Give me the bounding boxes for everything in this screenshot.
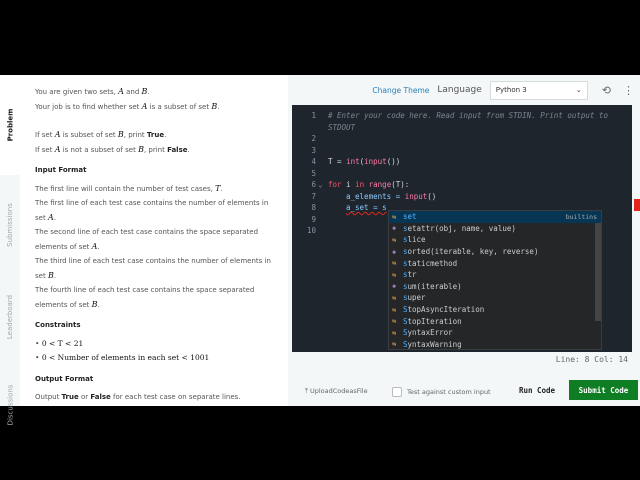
code-editor[interactable]: 1 2 3 4 5 6 7 8 9 10 # Enter your code h… [292,105,640,352]
tab-discussions[interactable]: Discussions [0,355,20,455]
problem-statement: You are given two sets, A and B. Your jo… [20,75,288,406]
text: If set A is not a subset of set B, print… [35,144,190,154]
chevron-down-icon: ⌄ [575,86,582,94]
custom-input-checkbox[interactable]: Test against custom input [392,387,491,397]
suggestion-item[interactable]: ⇆ s lice [389,234,601,246]
suggestion-item[interactable]: ⇆ StopIteration [389,315,601,327]
checkbox[interactable] [392,387,402,397]
suggestion-item[interactable]: ⇆ s taticmethod [389,257,601,269]
suggestion-label: tr [407,270,417,280]
constraints-list: 0 < T < 21 0 < Number of elements in eac… [35,337,273,366]
text: The first line will contain the number o… [35,183,223,193]
suggestion-label: uper [407,293,426,303]
suggestion-item[interactable]: ⇆ s tr [389,269,601,281]
class-icon: ⇆ [392,293,397,302]
text: The third line of each test case contain… [35,257,271,280]
suggestion-label: um(iterable) [407,281,462,291]
class-icon: ⇆ [392,270,397,279]
suggestion-item[interactable]: ⇆ SyntaxWarning [389,339,601,351]
language-label: Language [437,85,482,95]
suggestion-label: topIteration [407,316,462,326]
run-code-button[interactable]: Run Code [508,380,566,400]
suggestion-label: etattr(obj, name, value) [407,223,516,233]
class-icon: ⇆ [392,235,397,244]
action-bar: ⤒ UploadCodeasFile Test against custom i… [290,375,640,406]
class-icon: ⇆ [392,212,397,221]
constraint: 0 < Number of elements in each set < 100… [35,351,273,366]
text: The second line of each test case contai… [35,228,259,251]
function-icon: ◈ [392,282,397,291]
text: You are given two sets, A and B. [35,87,150,96]
suggestion-label: topAsyncIteration [407,305,485,315]
reset-icon[interactable]: ⟲ [602,84,611,97]
tab-problem[interactable]: Problem [0,75,20,175]
upload-code-link[interactable]: ⤒ UploadCodeasFile [305,387,368,396]
function-icon: ◈ [392,247,397,256]
tab-leaderboard[interactable]: Leaderboard [0,267,20,367]
suggestion-label: orted(iterable, key, reverse) [407,247,539,257]
suggestion-label: et [407,212,417,222]
output-format-heading: Output Format [35,374,94,383]
text: The first line of each test case contain… [35,199,269,222]
more-options-icon[interactable]: ⋮ [623,84,634,97]
autocomplete-list[interactable]: ⇆ s et builtins ◈ s etattr(obj, name, value) ⇆ s… [388,210,602,350]
suggestion-item[interactable]: ◈ s orted(iterable, key, reverse) [389,246,601,258]
side-tabs: Problem Submissions Leaderboard Discussi… [0,75,20,425]
constraint: 0 < T < 21 [35,337,273,352]
editor-panel: Change Theme Language Python 3 ⌄ ⟲ ⋮ 1 2 … [290,75,640,406]
text: Output True or False for each test case … [35,393,241,401]
suggestion-label: taticmethod [407,258,458,268]
language-select[interactable]: Python 3 ⌄ [489,80,588,100]
error-marker [634,199,640,211]
input-format-heading: Input Format [35,166,87,174]
constraints-heading: Constraints [35,321,81,329]
suggestion-label: yntaxWarning [407,339,462,349]
class-icon: ⇆ [392,328,397,337]
fold-chevron-icon[interactable]: ⌄ [318,180,323,189]
suggestion-item[interactable]: ◈ s um(iterable) [389,281,601,293]
suggestion-item[interactable]: ⇆ StopAsyncIteration [389,304,601,316]
suggestion-item[interactable]: ⇆ s uper [389,292,601,304]
suggestion-source: builtins [565,212,597,221]
class-icon: ⇆ [392,259,397,268]
suggestion-item[interactable]: ⇆ s et builtins [389,211,601,223]
text: Your job is to find whether set A is a s… [35,101,220,111]
change-theme-link[interactable]: Change Theme [372,86,429,95]
editor-toolbar: Change Theme Language Python 3 ⌄ ⟲ ⋮ [290,75,640,105]
class-icon: ⇆ [392,305,397,314]
text: If set A is subset of set B, print True. [35,130,167,139]
submit-code-button[interactable]: Submit Code [569,380,638,400]
app: Problem Submissions Leaderboard Discussi… [0,75,640,425]
class-icon: ⇆ [392,340,397,349]
class-icon: ⇆ [392,317,397,326]
suggestion-label: yntaxError [407,328,453,338]
suggestion-item[interactable]: ◈ s etattr(obj, name, value) [389,223,601,235]
cursor-position: Line: 8 Col: 14 [292,352,632,368]
function-icon: ◈ [392,224,397,233]
suggestion-item[interactable]: ⇆ SyntaxError [389,327,601,339]
text: The fourth line of each test case contai… [35,286,255,309]
suggestion-label: lice [407,235,426,245]
tab-submissions[interactable]: Submissions [0,175,20,275]
